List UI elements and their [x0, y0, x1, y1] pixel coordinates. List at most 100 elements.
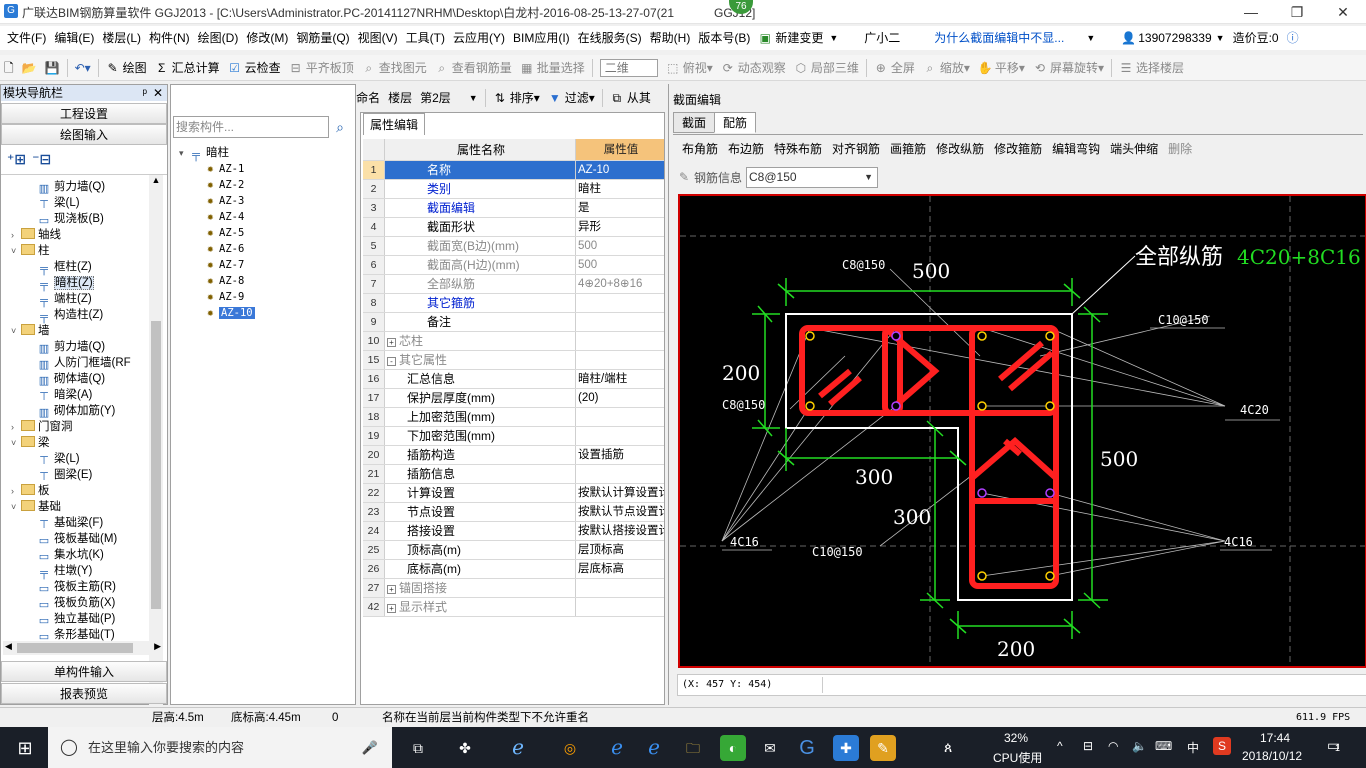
- nav-tree-item[interactable]: ╤ 端柱(Z): [3, 291, 149, 307]
- notes-app-icon[interactable]: ✎: [870, 735, 896, 761]
- expand-icon[interactable]: ›: [11, 419, 21, 435]
- rebar-delete-button[interactable]: 删除: [1163, 138, 1197, 160]
- tab-property-edit[interactable]: 属性编辑: [363, 113, 426, 135]
- property-value[interactable]: [576, 598, 664, 616]
- keyboard-icon[interactable]: ⌨: [1155, 739, 1172, 753]
- new-change-menu[interactable]: ▣ 新建变更 ▼: [754, 26, 842, 50]
- nav-tree-item[interactable]: › 板: [3, 483, 149, 499]
- view-rebar-button[interactable]: ⌕ 查看钢筋量: [431, 56, 516, 80]
- network-icon[interactable]: ⊟: [1083, 739, 1093, 753]
- nav-tree-item[interactable]: ▥ 剪力墙(Q): [3, 339, 149, 355]
- component-item[interactable]: ✹ AZ-1: [207, 161, 255, 177]
- clock-time[interactable]: 17:44: [1260, 731, 1290, 745]
- tab-section[interactable]: 截面: [673, 112, 716, 133]
- property-row[interactable]: 18 上加密范围(mm): [363, 408, 664, 427]
- ie-alt-icon[interactable]: ℯ: [641, 735, 667, 761]
- tip-link[interactable]: 为什么截面编辑中不显...: [930, 26, 1068, 50]
- collapse-icon[interactable]: -: [387, 357, 396, 366]
- collapse-all-icon[interactable]: ⁻⊟: [32, 151, 51, 168]
- property-row[interactable]: 9 备注: [363, 313, 664, 332]
- property-row[interactable]: 8 其它箍筋: [363, 294, 664, 313]
- ime-indicator[interactable]: 中: [1187, 739, 1199, 756]
- price-beans[interactable]: 造价豆:0: [1229, 26, 1283, 50]
- menu-item[interactable]: 帮助(H): [646, 26, 695, 50]
- property-row[interactable]: 20 插筋构造 设置插筋: [363, 446, 664, 465]
- top-view-button[interactable]: ⬚ 俯视 ▾: [662, 56, 717, 80]
- property-value[interactable]: [576, 294, 664, 312]
- cloud-check-button[interactable]: ☑ 云检查: [224, 56, 285, 80]
- menu-item[interactable]: 在线服务(S): [574, 26, 646, 50]
- menu-item[interactable]: 修改(M): [242, 26, 292, 50]
- property-row[interactable]: 26 底标高(m) 层底标高: [363, 560, 664, 579]
- menu-item[interactable]: 视图(V): [354, 26, 402, 50]
- tip-dropdown[interactable]: ▼: [1082, 26, 1099, 50]
- google-icon[interactable]: G: [794, 735, 820, 761]
- save-icon[interactable]: 💾: [41, 56, 64, 80]
- nav-tree-item[interactable]: ⊤ 暗梁(A): [3, 387, 149, 403]
- menu-item[interactable]: 工具(T): [402, 26, 449, 50]
- notification-icon[interactable]: ▭ 1: [1327, 737, 1340, 754]
- rebar-tool-button[interactable]: 布边筋: [723, 138, 769, 160]
- windows-start-icon[interactable]: ⊞: [12, 735, 38, 761]
- collapse-icon[interactable]: ˅: [11, 323, 21, 339]
- property-row[interactable]: 22 计算设置 按默认计算设置计: [363, 484, 664, 503]
- nav-tree-item[interactable]: › 门窗洞: [3, 419, 149, 435]
- property-row[interactable]: 5 截面宽(B边)(mm) 500: [363, 237, 664, 256]
- edge-icon[interactable]: ℯ: [604, 735, 630, 761]
- property-value[interactable]: 层底标高: [576, 560, 664, 578]
- nav-tree-item[interactable]: ⊤ 圈梁(E): [3, 467, 149, 483]
- app-pinwheel-icon[interactable]: ✤: [452, 735, 478, 761]
- menu-item[interactable]: BIM应用(I): [509, 26, 574, 50]
- expand-icon[interactable]: +: [387, 585, 396, 594]
- nav-tree-item[interactable]: ▭ 集水坑(K): [3, 547, 149, 563]
- open-file-icon[interactable]: 📂: [18, 56, 41, 80]
- property-row[interactable]: 4 截面形状 异形: [363, 218, 664, 237]
- component-item[interactable]: ✹ AZ-8: [207, 273, 255, 289]
- tab-rebar[interactable]: 配筋: [714, 112, 757, 133]
- property-value[interactable]: [576, 313, 664, 331]
- nav-tree-item[interactable]: ╤ 暗柱(Z): [3, 275, 149, 291]
- nav-tree-item[interactable]: ⊤ 梁(L): [3, 195, 149, 211]
- menu-item[interactable]: 云应用(Y): [449, 26, 509, 50]
- file-explorer-icon[interactable]: 🗀: [680, 735, 706, 761]
- property-value[interactable]: [576, 465, 664, 483]
- help-icon[interactable]: ⓘ: [1283, 26, 1303, 50]
- pan-button[interactable]: ✋ 平移 ▾: [974, 56, 1029, 80]
- volume-icon[interactable]: 🔈: [1132, 739, 1147, 753]
- nav-tree-item[interactable]: › 轴线: [3, 227, 149, 243]
- property-row[interactable]: 10 + 芯柱: [363, 332, 664, 351]
- collapse-icon[interactable]: ˅: [11, 435, 21, 451]
- zoom-button[interactable]: ⌕ 缩放 ▾: [919, 56, 974, 80]
- nav-tree-item[interactable]: ▥ 剪力墙(Q): [3, 179, 149, 195]
- rebar-tool-button[interactable]: 画箍筋: [885, 138, 931, 160]
- menu-item[interactable]: 楼层(L): [98, 26, 145, 50]
- property-value[interactable]: (20): [576, 389, 664, 407]
- rebar-tool-button[interactable]: 布角筋: [677, 138, 723, 160]
- property-value[interactable]: [576, 332, 664, 350]
- search-icon[interactable]: ⌕: [331, 118, 349, 136]
- property-value[interactable]: 500: [576, 237, 664, 255]
- select-floor-button[interactable]: ☰ 选择楼层: [1115, 56, 1188, 80]
- local-3d-button[interactable]: ⬡ 局部三维: [790, 56, 863, 80]
- pin-icon[interactable]: ᵖ: [142, 85, 147, 101]
- property-value[interactable]: [576, 427, 664, 445]
- nav-tree-item[interactable]: ▥ 人防门框墙(RF: [3, 355, 149, 371]
- collapse-icon[interactable]: ˅: [11, 499, 21, 515]
- component-item[interactable]: ✹ AZ-7: [207, 257, 255, 273]
- 360-icon[interactable]: ◐: [720, 735, 746, 761]
- component-item[interactable]: ✹ AZ-2: [207, 177, 255, 193]
- nav-tree-item[interactable]: ▥ 砌体墙(Q): [3, 371, 149, 387]
- close-icon[interactable]: ✕: [153, 85, 163, 101]
- rebar-tool-button[interactable]: 特殊布筋: [769, 138, 827, 160]
- sort-button[interactable]: ⇅ 排序 ▾: [489, 86, 544, 110]
- property-value[interactable]: 按默认节点设置计: [576, 503, 664, 521]
- component-root[interactable]: ▾ ╤ 暗柱: [179, 145, 255, 161]
- menu-item[interactable]: 编辑(E): [50, 26, 98, 50]
- mic-icon[interactable]: 🎤: [362, 727, 378, 768]
- component-item[interactable]: ✹ AZ-6: [207, 241, 255, 257]
- property-value[interactable]: 是: [576, 199, 664, 217]
- property-value[interactable]: 500: [576, 256, 664, 274]
- ie-icon[interactable]: ℯ: [505, 735, 531, 761]
- nav-tree-item[interactable]: ˅ 梁: [3, 435, 149, 451]
- user-account[interactable]: 👤 13907298339 ▼: [1117, 26, 1228, 50]
